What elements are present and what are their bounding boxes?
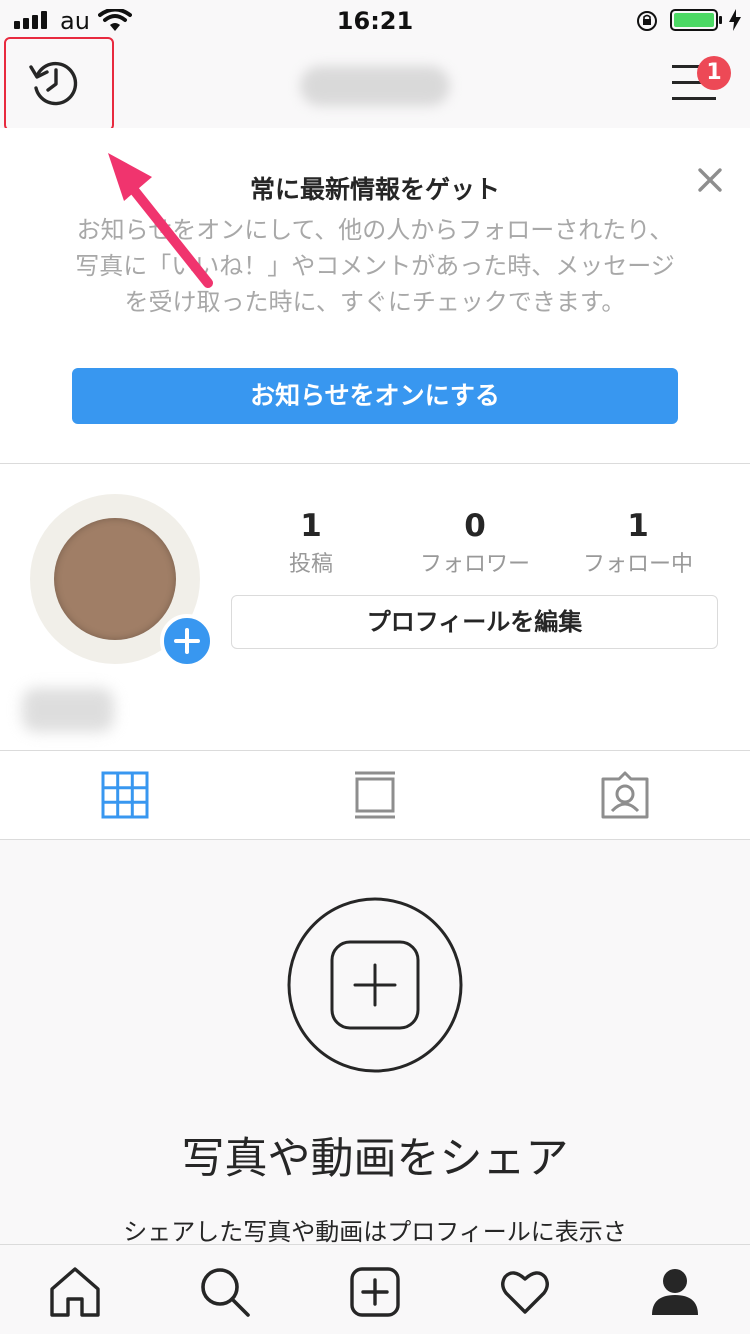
turn-on-notifications-button[interactable]: お知らせをオンにする xyxy=(72,368,678,424)
add-post-icon[interactable] xyxy=(348,1265,402,1319)
charging-icon xyxy=(729,9,741,31)
bottom-navigation xyxy=(0,1244,750,1334)
add-post-circle-icon[interactable] xyxy=(286,896,464,1074)
annotation-arrow xyxy=(108,153,213,288)
status-bar: au 16:21 xyxy=(0,0,750,40)
display-name-blurred xyxy=(22,688,114,732)
search-icon[interactable] xyxy=(198,1265,252,1319)
menu-notification-badge: 1 xyxy=(697,56,731,90)
history-highlight-box xyxy=(4,37,114,131)
grid-icon[interactable] xyxy=(99,769,151,821)
posts-count: 1 xyxy=(300,508,322,544)
edit-profile-button[interactable]: プロフィールを編集 xyxy=(231,595,718,649)
profile-section: 1 投稿 0 フォロワー 1 フォロー中 プロフィールを編集 xyxy=(0,464,750,750)
plus-icon xyxy=(174,628,200,654)
rotation-lock-icon xyxy=(637,11,657,31)
battery-icon xyxy=(670,9,718,31)
add-story-button[interactable] xyxy=(160,614,214,668)
home-icon[interactable] xyxy=(48,1265,102,1319)
empty-state-title: 写真や動画をシェア xyxy=(181,1134,569,1184)
followers-stat[interactable]: 0 フォロワー xyxy=(385,508,565,578)
avatar-photo xyxy=(54,518,176,640)
followers-label: フォロワー xyxy=(419,552,530,577)
profile-tabs xyxy=(0,751,750,839)
following-count: 1 xyxy=(627,508,649,544)
feed-icon[interactable] xyxy=(349,769,401,821)
followers-count: 0 xyxy=(464,508,486,544)
tagged-icon[interactable] xyxy=(599,769,651,821)
posts-stat[interactable]: 1 投稿 xyxy=(221,508,401,578)
activity-icon[interactable] xyxy=(498,1265,552,1319)
close-icon[interactable] xyxy=(690,160,730,200)
profile-icon[interactable] xyxy=(648,1265,702,1319)
following-stat[interactable]: 1 フォロー中 xyxy=(548,508,728,578)
empty-state: 写真や動画をシェア シェアした写真や動画はプロフィールに表示さ xyxy=(0,840,750,1246)
battery-tip xyxy=(719,16,722,24)
posts-label: 投稿 xyxy=(288,552,333,577)
username-title-blurred xyxy=(300,66,450,106)
following-label: フォロー中 xyxy=(582,552,693,577)
empty-state-subtitle: シェアした写真や動画はプロフィールに表示さ xyxy=(123,1218,627,1246)
